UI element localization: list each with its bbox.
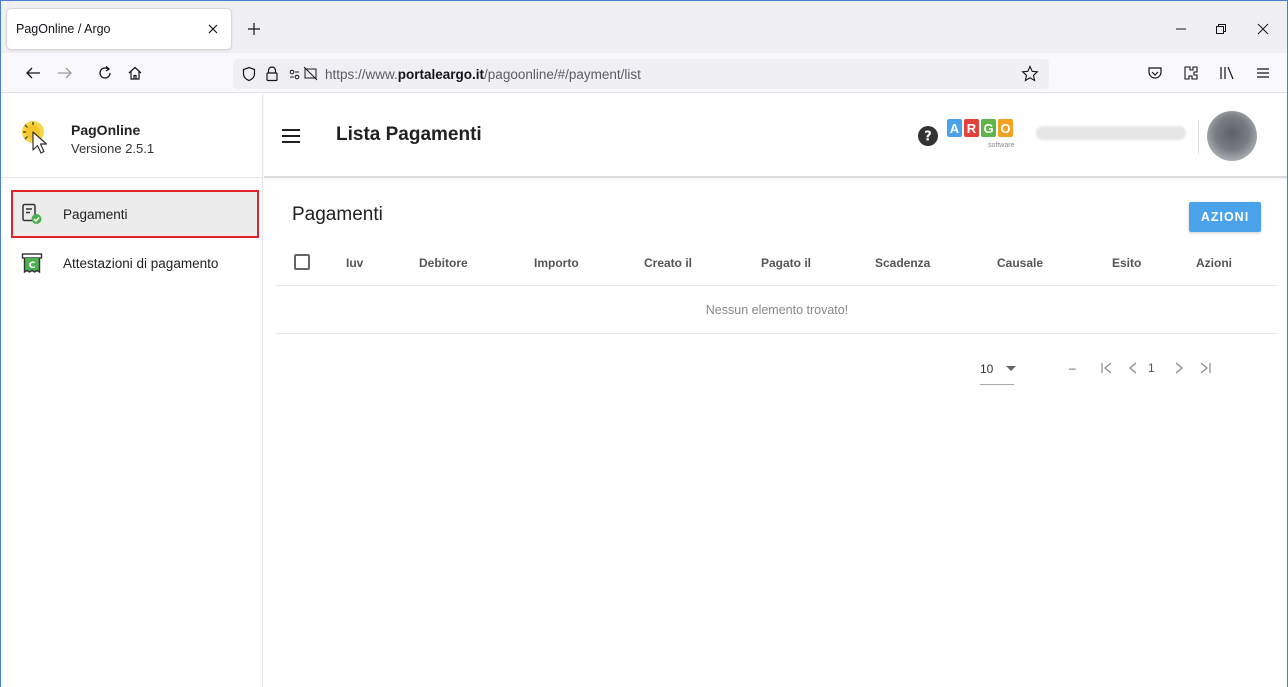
tab-strip: PagOnline / Argo [1,1,1287,53]
sidebar-item-label: Pagamenti [63,206,128,222]
avatar[interactable] [1207,111,1257,161]
next-page-icon[interactable] [1170,359,1188,377]
app-area: PagOnline Versione 2.5.1 Pagamenti C Att… [1,94,1287,687]
pagonline-logo-icon [22,121,48,154]
menu-icon[interactable] [1251,61,1275,85]
sidebar-item-label: Attestazioni di pagamento [63,255,219,271]
bookmark-star-icon[interactable] [1021,65,1039,83]
table-header: Iuv Debitore Importo Creato il Pagato il… [276,240,1278,286]
restore-icon[interactable] [1207,15,1235,43]
sidebar: PagOnline Versione 2.5.1 Pagamenti C Att… [1,94,263,687]
column-header-pagato-il[interactable]: Pagato il [761,256,811,270]
back-icon[interactable] [21,61,45,85]
browser-tab[interactable]: PagOnline / Argo [7,9,231,49]
argo-logo-letter: A [947,119,962,137]
column-header-causale[interactable]: Causale [997,256,1043,270]
column-header-iuv[interactable]: Iuv [346,256,363,270]
column-header-importo[interactable]: Importo [534,256,579,270]
tab-title: PagOnline / Argo [16,22,111,36]
forward-icon[interactable] [53,61,77,85]
column-header-azioni[interactable]: Azioni [1196,256,1232,270]
argo-logo-letter: O [998,119,1013,137]
navigation-bar: https://www.portaleargo.it/pagoonline/#/… [1,53,1287,93]
permissions-icon[interactable] [289,66,319,82]
sidebar-item-attestazioni[interactable]: C Attestazioni di pagamento [11,239,259,287]
browser-window: PagOnline / Argo https://www.portaleargo… [0,0,1288,687]
first-page-icon[interactable] [1098,359,1116,377]
column-header-debitore[interactable]: Debitore [419,256,468,270]
reload-icon[interactable] [93,61,117,85]
column-header-scadenza[interactable]: Scadenza [875,256,930,270]
url-bar[interactable]: https://www.portaleargo.it/pagoonline/#/… [233,59,1049,89]
pocket-icon[interactable] [1143,61,1167,85]
page-title: Lista Pagamenti [336,124,482,145]
lock-icon[interactable] [265,66,279,82]
close-tab-icon[interactable] [205,21,221,37]
empty-message: Nessun elemento trovato! [276,286,1278,334]
minimize-icon[interactable] [1167,15,1195,43]
app-toolbar: Lista Pagamenti ? A R G O software [264,94,1287,178]
last-page-icon[interactable] [1196,359,1214,377]
column-header-esito[interactable]: Esito [1112,256,1141,270]
library-icon[interactable] [1215,61,1239,85]
home-icon[interactable] [123,61,147,85]
page-size-underline [980,384,1014,385]
app-version: Versione 2.5.1 [71,141,155,156]
user-name-redacted [1036,126,1186,140]
toolbar-divider [1198,120,1199,154]
argo-logo-letter: R [964,119,979,137]
select-all-checkbox[interactable] [294,254,310,270]
actions-button[interactable]: AZIONI [1189,202,1261,232]
column-header-creato-il[interactable]: Creato il [644,256,692,270]
section-title: Pagamenti [292,204,383,225]
payments-table: Iuv Debitore Importo Creato il Pagato il… [276,240,1278,334]
url-text: https://www.portaleargo.it/pagoonline/#/… [325,66,641,82]
argo-logo-subtitle: software [988,142,1015,149]
page-size-select[interactable]: 10 [980,362,993,376]
extension-icon[interactable] [1179,61,1203,85]
argo-logo: A R G O [947,119,1015,137]
caret-down-icon[interactable] [1006,366,1016,371]
sidebar-item-pagamenti[interactable]: Pagamenti [11,190,259,238]
tracking-shield-icon[interactable] [241,66,257,82]
pagination: 10 – 1 [264,344,1287,394]
help-icon[interactable]: ? [917,125,939,147]
main-content: Lista Pagamenti ? A R G O software Pagam… [264,94,1287,687]
previous-page-icon[interactable] [1124,359,1142,377]
app-brand: PagOnline Versione 2.5.1 [1,94,263,178]
current-page: 1 [1148,361,1155,375]
hamburger-menu-icon[interactable] [280,126,302,146]
svg-text:C: C [29,261,36,271]
payment-list-check-icon [21,203,43,225]
close-window-icon[interactable] [1249,15,1277,43]
new-tab-button[interactable] [241,16,267,42]
receipt-icon: C [21,252,43,274]
page-range: – [1069,361,1076,375]
svg-text:?: ? [924,130,932,145]
app-name: PagOnline [71,122,141,138]
argo-logo-letter: G [981,119,996,137]
